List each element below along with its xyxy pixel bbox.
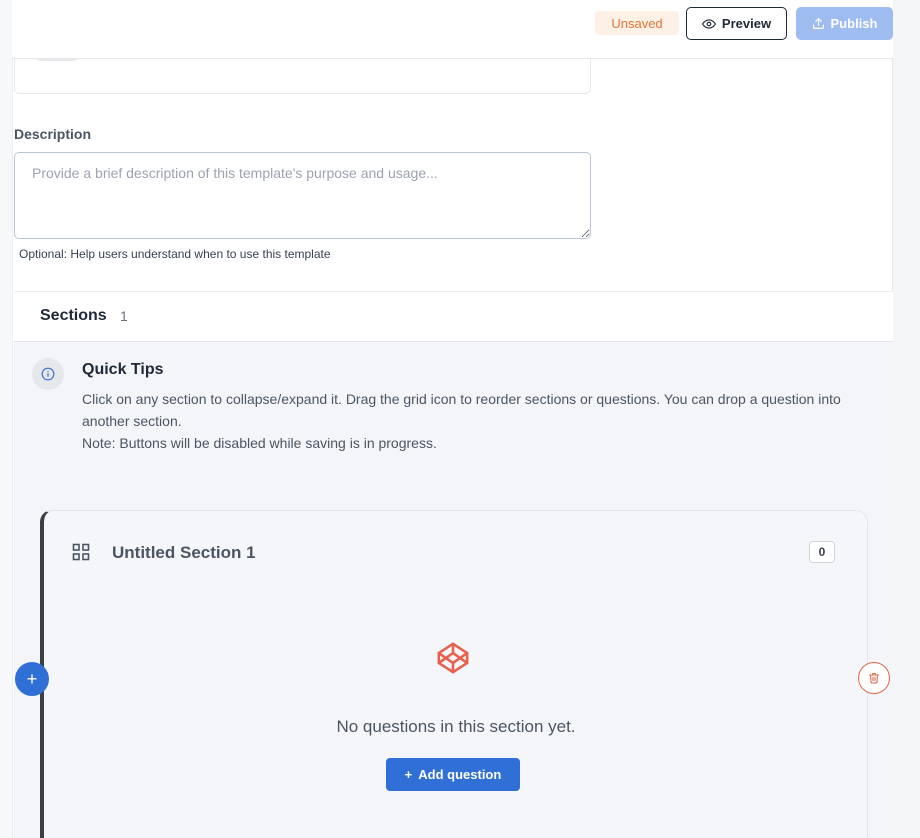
delete-section-button[interactable] [858, 662, 890, 694]
plus-icon: + [26, 668, 38, 689]
section-card[interactable]: Untitled Section 1 0 No questions in thi… [40, 510, 868, 838]
sections-header: Sections 1 [14, 292, 893, 342]
publish-button[interactable]: Publish [796, 7, 893, 40]
page: Unsaved Preview Publish Description Opti… [0, 0, 920, 838]
add-section-button[interactable]: + [15, 662, 49, 696]
add-question-button[interactable]: + Add question [386, 758, 520, 791]
tips-text: Click on any section to collapse/expand … [82, 388, 862, 454]
eye-icon [701, 18, 716, 29]
tips-line-1: Click on any section to collapse/expand … [82, 391, 841, 429]
add-question-label: Add question [418, 767, 502, 782]
sections-panel: Sections 1 Quick Tips Click on any secti… [14, 291, 893, 838]
question-count-badge: 0 [809, 541, 835, 563]
preview-button[interactable]: Preview [686, 7, 787, 40]
publish-button-label: Publish [830, 16, 878, 31]
info-icon [32, 358, 64, 390]
codepen-cube-icon [437, 642, 469, 674]
plus-icon: + [404, 767, 413, 782]
description-textarea[interactable] [14, 152, 591, 239]
grid-icon[interactable] [72, 543, 90, 561]
empty-section-text: No questions in this section yet. [336, 717, 576, 736]
unsaved-status-badge: Unsaved [595, 11, 679, 35]
sections-count: 1 [120, 308, 128, 324]
tips-line-2: Note: Buttons will be disabled while sav… [82, 435, 437, 451]
left-gutter [0, 0, 13, 838]
editor-header: Unsaved Preview Publish [12, 0, 893, 59]
upload-icon [812, 18, 824, 29]
description-hint: Optional: Help users understand when to … [19, 247, 331, 261]
tips-title: Quick Tips [82, 361, 164, 378]
sections-title: Sections [40, 307, 107, 324]
preview-button-label: Preview [721, 16, 772, 31]
description-label: Description [14, 126, 92, 142]
section-title[interactable]: Untitled Section 1 [112, 543, 256, 563]
trash-icon [868, 672, 880, 684]
